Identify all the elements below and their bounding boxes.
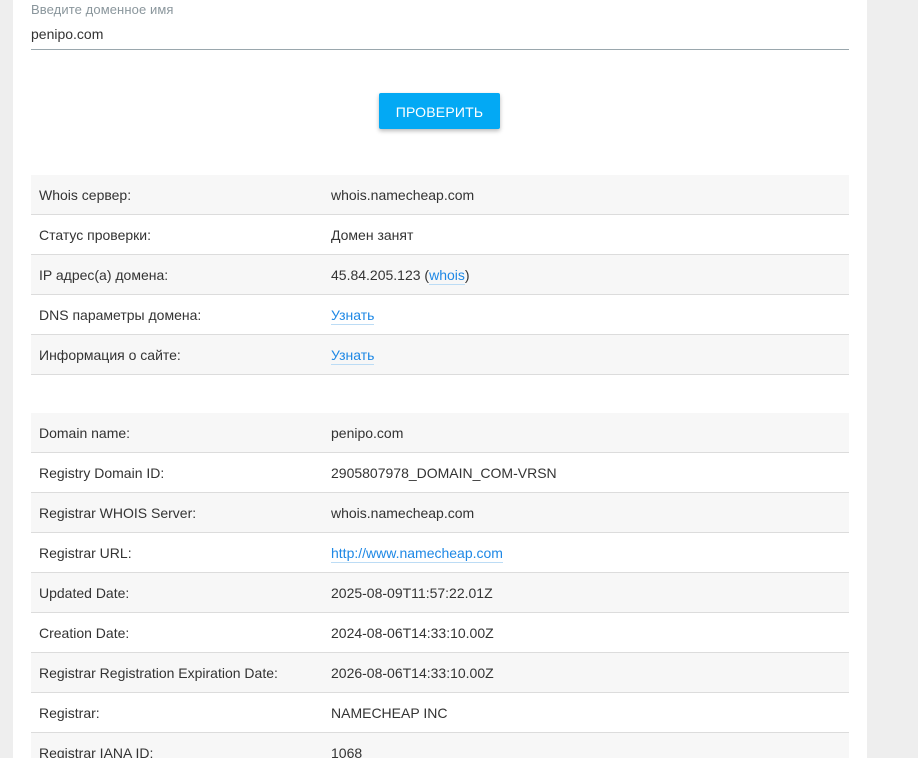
ip-address: 45.84.205.123 [331,266,421,283]
dns-learn-link[interactable]: Узнать [331,306,375,325]
row-value: Узнать [331,346,849,365]
table-row: Информация о сайте: Узнать [31,335,849,375]
whois-table: Domain name: penipo.com Registry Domain … [31,413,849,758]
table-row: DNS параметры домена: Узнать [31,295,849,335]
row-key: Registrar WHOIS Server: [39,504,197,521]
table-row: Registrar Registration Expiration Date: … [31,653,849,693]
table-row: Registrar: NAMECHEAP INC [31,693,849,733]
status-value: Домен занят [331,226,414,243]
row-key: Updated Date: [39,584,130,601]
row-value: 2905807978_DOMAIN_COM-VRSN [331,464,557,481]
table-row: IP адрес(а) домена: 45.84.205.123 (whois… [31,255,849,295]
paren-open: ( [420,266,430,283]
row-key: Информация о сайте: [39,346,181,363]
row-key: Registrar URL: [39,544,132,561]
row-value: whois.namecheap.com [331,504,475,521]
row-key: Domain name: [39,424,131,441]
check-button[interactable]: ПРОВЕРИТЬ [379,93,500,129]
table-row: Domain name: penipo.com [31,413,849,453]
registrar-url-link[interactable]: http://www.namecheap.com [331,544,503,563]
domain-field-label: Введите доменное имя [31,2,174,17]
domain-field: Введите доменное имя [31,0,849,50]
row-value: whois.namecheap.com [331,186,475,203]
table-row: Registrar IANA ID: 1068 [31,733,849,758]
table-row: Registry Domain ID: 2905807978_DOMAIN_CO… [31,453,849,493]
table-row: Creation Date: 2024-08-06T14:33:10.00Z [31,613,849,653]
row-key: Registrar IANA ID: [39,744,154,758]
row-key: Статус проверки: [39,226,151,243]
ip-value: 45.84.205.123 (whois) [331,266,849,285]
table-row: Registrar URL: http://www.namecheap.com [31,533,849,573]
row-value: 2025-08-09T11:57:22.01Z [331,584,493,601]
table-row: Статус проверки: Домен занят [31,215,849,255]
row-key: Creation Date: [39,624,130,641]
row-value: http://www.namecheap.com [331,544,849,563]
row-value: NAMECHEAP INC [331,704,448,721]
row-value: Узнать [331,306,849,325]
ip-whois-link[interactable]: whois [429,266,465,285]
whois-card: Введите доменное имя ПРОВЕРИТЬ Whois сер… [13,0,867,758]
row-value: penipo.com [331,424,404,441]
table-row: Registrar WHOIS Server: whois.namecheap.… [31,493,849,533]
row-key: Registry Domain ID: [39,464,165,481]
domain-input[interactable] [31,24,849,44]
row-key: Whois сервер: [39,186,132,203]
row-key: Registrar Registration Expiration Date: [39,664,278,681]
row-value: 1068 [331,744,363,758]
table-row: Whois сервер: whois.namecheap.com [31,175,849,215]
paren-close: ) [464,266,470,283]
site-info-learn-link[interactable]: Узнать [331,346,375,365]
table-row: Updated Date: 2025-08-09T11:57:22.01Z [31,573,849,613]
row-key: DNS параметры домена: [39,306,202,323]
row-key: Registrar: [39,704,100,721]
summary-table: Whois сервер: whois.namecheap.com Статус… [31,175,849,375]
row-value: 2024-08-06T14:33:10.00Z [331,624,494,641]
row-value: 2026-08-06T14:33:10.00Z [331,664,494,681]
row-key: IP адрес(а) домена: [39,266,169,283]
